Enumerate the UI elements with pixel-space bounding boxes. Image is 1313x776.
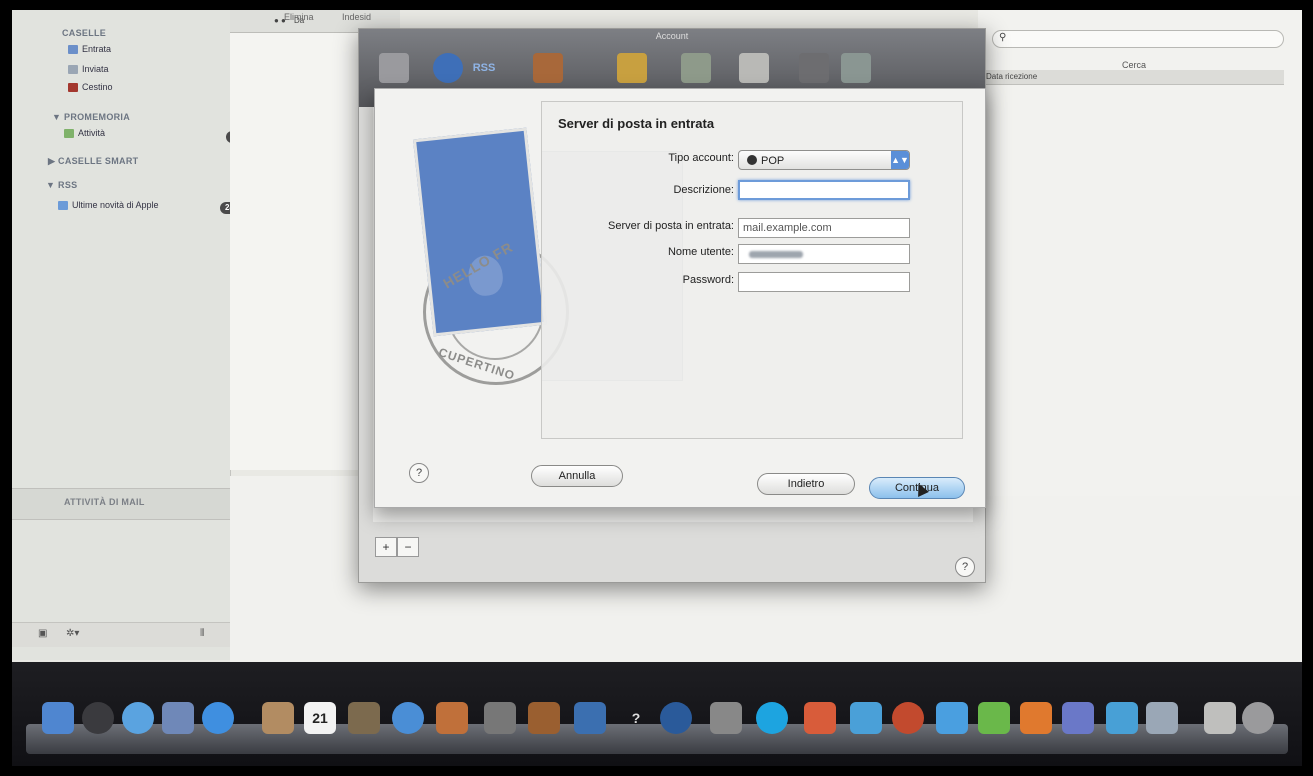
search-input[interactable]: ⚲	[992, 30, 1284, 48]
search-icon: ⚲	[999, 32, 1007, 43]
keynote-icon[interactable]	[804, 702, 836, 734]
checkmark-icon	[64, 128, 74, 138]
iphoto-icon[interactable]	[436, 702, 468, 734]
toolbar-junk-label[interactable]: Indesid	[342, 12, 371, 22]
account-type-value: POP	[761, 155, 785, 167]
incoming-server-input[interactable]	[738, 218, 910, 238]
mail-icon[interactable]	[162, 702, 194, 734]
globe-icon	[747, 155, 757, 165]
sidebar-item-sent[interactable]: Inviata	[68, 64, 109, 74]
window-title: Account	[655, 31, 689, 41]
description-input[interactable]	[738, 180, 910, 200]
sidebar-item-label: Inviata	[82, 64, 109, 74]
entourage-icon[interactable]	[1062, 702, 1094, 734]
account-type-select[interactable]: POP ▲▼	[738, 150, 910, 170]
back-button[interactable]: Indietro	[757, 473, 855, 495]
sidebar-item-label: Entrata	[82, 44, 112, 54]
messenger-icon[interactable]	[1106, 702, 1138, 734]
buddies-icon[interactable]	[850, 702, 882, 734]
mail-sidebar: CASELLE Entrata Inviata Cestino ▼ PROMEM…	[12, 10, 241, 660]
safari-icon[interactable]	[122, 702, 154, 734]
sidebar-item-activities[interactable]: Attività	[64, 128, 105, 138]
new-mailbox-icon[interactable]: ▣	[38, 628, 47, 639]
redacted-username	[749, 251, 803, 258]
inbox-icon	[68, 44, 78, 54]
composing-icon[interactable]	[739, 53, 769, 83]
chevron-updown-icon: ▲▼	[891, 151, 909, 169]
rss-feed-icon	[58, 200, 68, 210]
trash-can-icon[interactable]	[1242, 702, 1274, 734]
accounts-icon[interactable]	[433, 53, 463, 83]
username-input[interactable]	[738, 244, 910, 264]
incoming-server-sheet: HELLO FR CUPERTINO Server di posta in en…	[374, 88, 986, 508]
photo-booth-icon[interactable]	[892, 702, 924, 734]
ichat-icon[interactable]	[202, 702, 234, 734]
rss-icon[interactable]: RSS	[469, 53, 499, 83]
garageband-icon[interactable]	[528, 702, 560, 734]
mailboxes-header: CASELLE	[62, 28, 107, 38]
mail-activity-header: ATTIVITÀ DI MAIL	[64, 497, 145, 507]
system-preferences-icon[interactable]	[710, 702, 742, 734]
fonts-colors-icon[interactable]	[617, 53, 647, 83]
downloads-stack-icon[interactable]	[1204, 702, 1236, 734]
time-machine-icon[interactable]	[660, 702, 692, 734]
add-account-button[interactable]: +	[375, 537, 397, 557]
sidebar-item-trash[interactable]: Cestino	[68, 82, 113, 92]
finder-icon[interactable]	[42, 702, 74, 734]
viewing-icon[interactable]	[681, 53, 711, 83]
itunes-icon[interactable]	[392, 702, 424, 734]
sidebar-item-label: Cestino	[82, 82, 113, 92]
rules-icon[interactable]	[841, 53, 871, 83]
signatures-icon[interactable]	[799, 53, 829, 83]
dock: 21 ?	[12, 662, 1302, 766]
sidebar-item-apple-news[interactable]: Ultime novità di Apple	[58, 200, 159, 210]
incoming-server-label: Server di posta in entrata:	[608, 220, 734, 232]
dashboard-icon[interactable]	[82, 702, 114, 734]
date-column-header[interactable]: Data ricezione	[978, 70, 1284, 85]
word-icon[interactable]	[936, 702, 968, 734]
window-help-button[interactable]: ?	[955, 557, 975, 577]
remove-account-button[interactable]: −	[397, 537, 419, 557]
description-label: Descrizione:	[673, 184, 734, 196]
username-label: Nome utente:	[667, 246, 734, 258]
stamp-graphic	[412, 127, 548, 337]
account-add-remove: + −	[375, 537, 419, 557]
account-type-label: Tipo account:	[668, 152, 734, 164]
sidebar-item-label: Ultime novità di Apple	[72, 200, 159, 210]
sheet-help-button[interactable]: ?	[409, 463, 429, 483]
imovie-icon[interactable]	[484, 702, 516, 734]
preview-icon[interactable]	[348, 702, 380, 734]
powerpoint-icon[interactable]	[1020, 702, 1052, 734]
gear-icon[interactable]: ✲▾	[66, 628, 79, 639]
trash-icon	[68, 82, 78, 92]
help-icon[interactable]: ?	[620, 702, 652, 734]
cancel-button[interactable]: Annulla	[531, 465, 623, 487]
desktop: CASELLE Entrata Inviata Cestino ▼ PROMEM…	[12, 10, 1302, 766]
resize-handle-icon[interactable]: ⦀	[200, 628, 204, 639]
sidebar-item-label: Attività	[78, 128, 106, 138]
junk-mail-icon[interactable]	[533, 53, 563, 83]
documents-stack-icon[interactable]	[1146, 702, 1178, 734]
ical-icon[interactable]: 21	[304, 702, 336, 734]
excel-icon[interactable]	[978, 702, 1010, 734]
password-input[interactable]	[738, 272, 910, 292]
toolbar-delete-label[interactable]: Elimina	[284, 12, 314, 22]
sent-icon	[68, 64, 78, 74]
general-icon[interactable]	[379, 53, 409, 83]
spaces-icon[interactable]	[574, 702, 606, 734]
password-label: Password:	[682, 274, 734, 286]
skype-icon[interactable]	[756, 702, 788, 734]
sidebar-item-inbox[interactable]: Entrata	[68, 44, 111, 54]
form-panel: Server di posta in entrata Tipo account:…	[541, 101, 963, 439]
smart-mailboxes-header[interactable]: ▶ CASELLE SMART	[48, 156, 138, 167]
rss-header[interactable]: ▼ RSS	[46, 180, 77, 190]
sheet-title: Server di posta in entrata	[558, 116, 715, 131]
address-book-icon[interactable]	[262, 702, 294, 734]
sidebar-bottom-bar: ▣ ✲▾ ⦀	[12, 622, 230, 647]
search-label: Cerca	[1122, 60, 1147, 70]
mail-activity-panel: ATTIVITÀ DI MAIL	[12, 488, 230, 520]
date-column-label: Data ricezione	[986, 72, 1038, 81]
reminders-header[interactable]: ▼ PROMEMORIA	[52, 112, 130, 122]
